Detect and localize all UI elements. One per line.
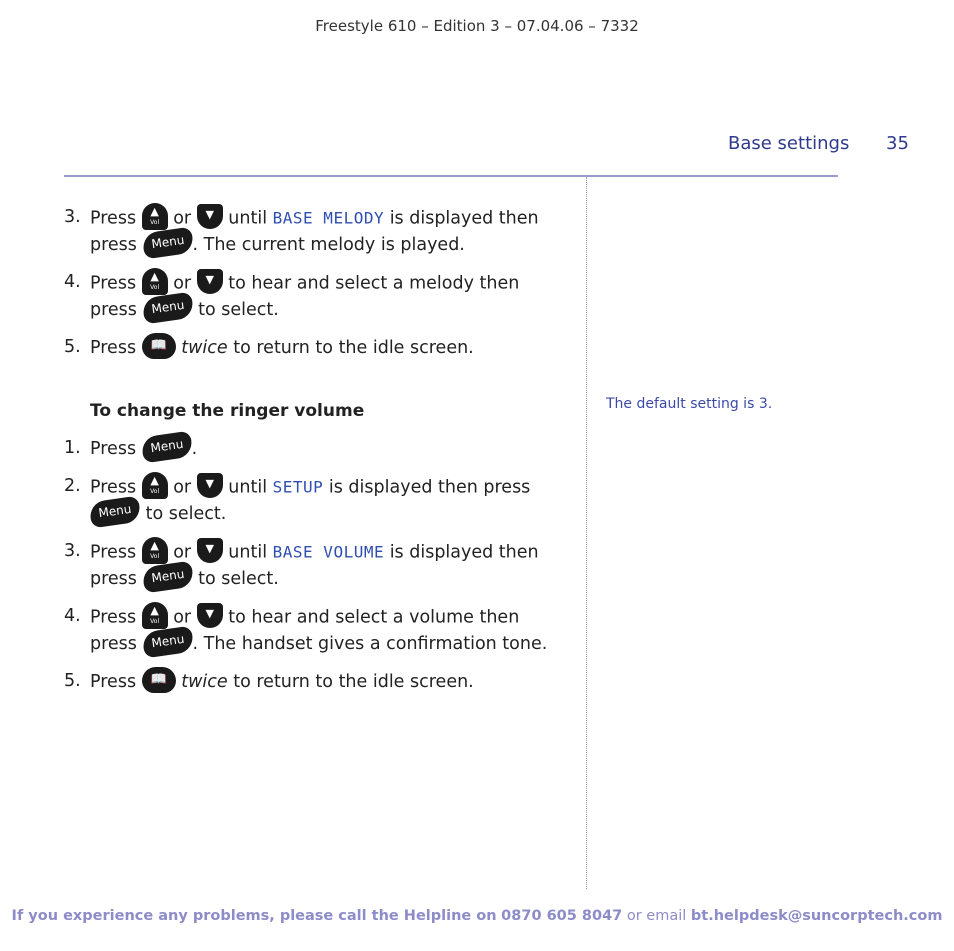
menu-key-icon: Menu (140, 430, 194, 464)
list-item: 3. Press ▲ Vol or ▼ until BASE VOLUME is … (64, 537, 564, 594)
helpdesk-email[interactable]: bt.helpdesk@suncorptech.com (691, 908, 943, 924)
vol-up-key-icon: ▲ Vol (141, 602, 168, 629)
list-item: 3. Press ▲ Vol or ▼ until BASE MELODY is … (64, 203, 564, 260)
helpline-phone: 0870 605 8047 (501, 908, 623, 924)
phonebook-key-icon: 📖 (141, 667, 176, 693)
vol-up-key-icon: ▲ Vol (141, 203, 168, 230)
vol-up-key-icon: ▲ Vol (141, 268, 168, 295)
phonebook-key-icon: 📖 (141, 333, 176, 359)
side-note: The default setting is 3. (606, 396, 773, 412)
section-heading: To change the ringer volume (90, 401, 365, 421)
column-divider (586, 177, 587, 889)
header-rule (64, 175, 838, 177)
menu-key-icon: Menu (140, 625, 195, 659)
down-key-icon: ▼ (196, 204, 223, 229)
list-item: 5. Press 📖 twice to return to the idle s… (64, 667, 564, 695)
list-item: 5. Press 📖 twice to return to the idle s… (64, 333, 564, 361)
lcd-text: BASE VOLUME (272, 542, 385, 562)
main-column: 3. Press ▲ Vol or ▼ until BASE MELODY is … (64, 203, 564, 707)
lcd-text: BASE MELODY (272, 208, 385, 228)
page-number: 35 (886, 133, 909, 154)
vol-up-key-icon: ▲ Vol (141, 472, 168, 499)
menu-key-icon: Menu (88, 495, 142, 529)
vol-up-key-icon: ▲ Vol (141, 537, 168, 564)
list-item: 2. Press ▲ Vol or ▼ until SETUP is displa… (64, 472, 564, 529)
down-key-icon: ▼ (196, 538, 223, 563)
list-item: 1. Press Menu. (64, 430, 564, 464)
down-key-icon: ▼ (196, 603, 223, 628)
down-key-icon: ▼ (196, 269, 223, 294)
edition-line: Freestyle 610 – Edition 3 – 07.04.06 – 7… (315, 17, 639, 35)
list-item: 4. Press ▲ Vol or ▼ to hear and select a … (64, 602, 564, 659)
menu-key-icon: Menu (140, 560, 195, 594)
down-key-icon: ▼ (196, 473, 223, 498)
volume-steps: 1. Press Menu. 2. Press ▲ Vol or ▼ until … (64, 430, 564, 695)
footer-helpline: If you experience any problems, please c… (11, 908, 943, 924)
lcd-text: SETUP (272, 477, 324, 497)
melody-steps: 3. Press ▲ Vol or ▼ until BASE MELODY is … (64, 203, 564, 361)
list-item: 4. Press ▲ Vol or ▼ to hear and select a … (64, 268, 564, 325)
menu-key-icon: Menu (140, 226, 195, 260)
section-title: Base settings (728, 133, 850, 154)
menu-key-icon: Menu (140, 291, 195, 325)
